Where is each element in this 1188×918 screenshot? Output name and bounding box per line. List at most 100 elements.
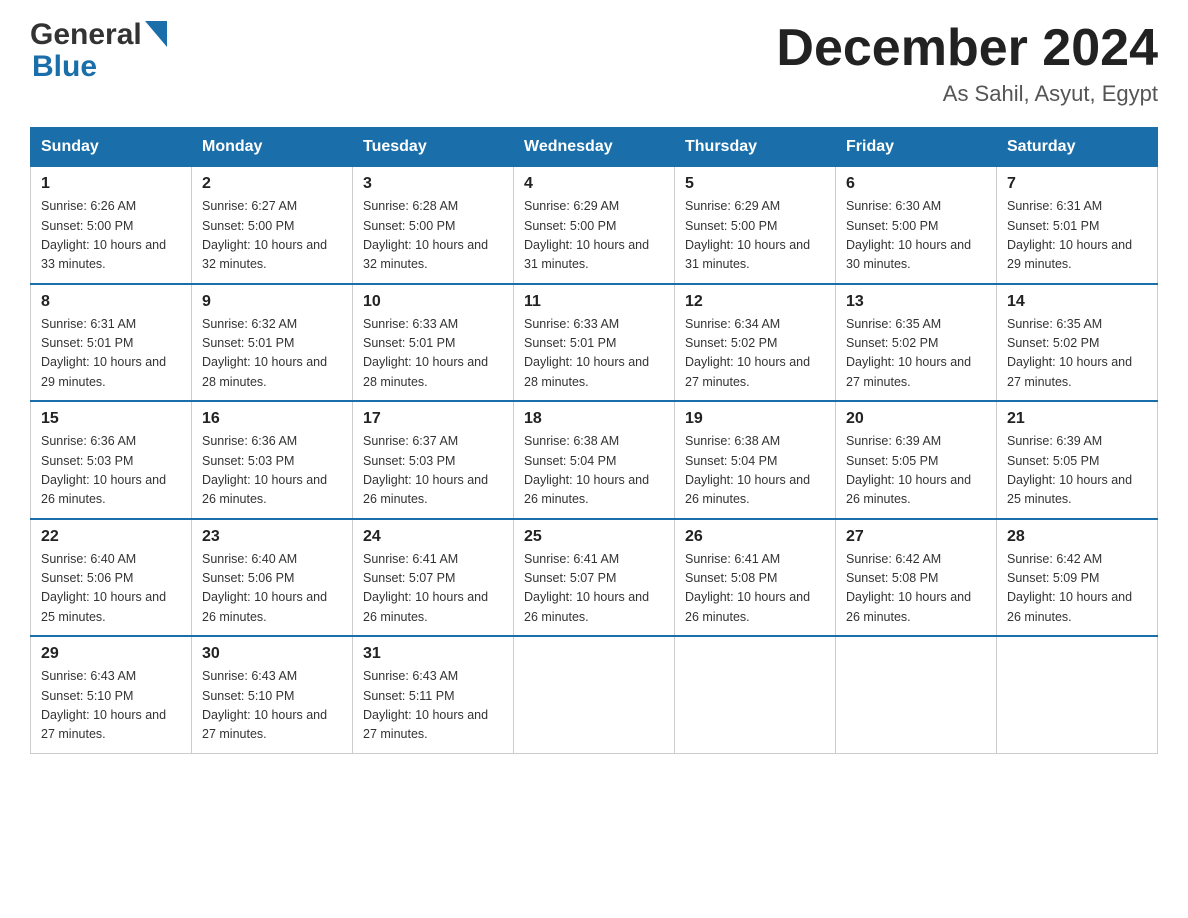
week-row-1: 1Sunrise: 6:26 AMSunset: 5:00 PMDaylight… (31, 167, 1158, 284)
day-cell (675, 636, 836, 753)
day-cell: 1Sunrise: 6:26 AMSunset: 5:00 PMDaylight… (31, 167, 192, 284)
day-info: Sunrise: 6:36 AMSunset: 5:03 PMDaylight:… (202, 432, 342, 510)
day-cell: 23Sunrise: 6:40 AMSunset: 5:06 PMDayligh… (192, 519, 353, 637)
day-number: 3 (363, 175, 503, 193)
day-number: 13 (846, 293, 986, 311)
day-number: 23 (202, 528, 342, 546)
day-info: Sunrise: 6:42 AMSunset: 5:09 PMDaylight:… (1007, 550, 1147, 628)
week-row-4: 22 Sunrise: 6:40 AMSunset: 5:06 PMDayligh… (31, 519, 1158, 637)
day-info: Sunrise: 6:43 AMSunset: 5:10 PMDaylight:… (202, 667, 342, 745)
day-cell: 27 Sunrise: 6:42 AMSunset: 5:08 PMDayligh… (836, 519, 997, 637)
day-number: 6 (846, 175, 986, 193)
col-monday: Monday (192, 128, 353, 167)
day-number: 14 (1007, 293, 1147, 311)
day-number: 27 (846, 528, 986, 546)
day-info: Sunrise: 6:38 AMSunset: 5:04 PMDaylight:… (685, 432, 825, 510)
col-tuesday: Tuesday (353, 128, 514, 167)
day-info: Sunrise: 6:38 AMSunset: 5:04 PMDaylight:… (524, 432, 664, 510)
day-info: Sunrise: 6:35 AMSunset: 5:02 PMDaylight:… (1007, 315, 1147, 393)
day-info: Sunrise: 6:36 AMSunset: 5:03 PMDaylight:… (41, 432, 181, 510)
day-cell: 3Sunrise: 6:28 AMSunset: 5:00 PMDaylight… (353, 167, 514, 284)
day-cell: 28 Sunrise: 6:42 AMSunset: 5:09 PMDayligh… (997, 519, 1158, 637)
day-cell: 7Sunrise: 6:31 AMSunset: 5:01 PMDaylight… (997, 167, 1158, 284)
day-info: Sunrise: 6:41 AMSunset: 5:07 PMDaylight:… (363, 550, 503, 628)
day-cell: 6 Sunrise: 6:30 AMSunset: 5:00 PMDaylight… (836, 167, 997, 284)
day-number: 21 (1007, 410, 1147, 428)
page-header: General Blue December 2024 As Sahil, Asy… (30, 20, 1158, 107)
day-cell: 10 Sunrise: 6:33 AMSunset: 5:01 PMDayligh… (353, 284, 514, 402)
day-info: Sunrise: 6:29 AMSunset: 5:00 PMDaylight:… (524, 197, 664, 275)
day-number: 19 (685, 410, 825, 428)
day-number: 12 (685, 293, 825, 311)
day-number: 11 (524, 293, 664, 311)
week-row-3: 15 Sunrise: 6:36 AMSunset: 5:03 PMDayligh… (31, 401, 1158, 519)
day-cell: 13 Sunrise: 6:35 AMSunset: 5:02 PMDayligh… (836, 284, 997, 402)
day-number: 30 (202, 645, 342, 663)
day-number: 10 (363, 293, 503, 311)
day-cell (997, 636, 1158, 753)
day-number: 28 (1007, 528, 1147, 546)
title-block: December 2024 As Sahil, Asyut, Egypt (776, 20, 1158, 107)
day-number: 25 (524, 528, 664, 546)
day-number: 31 (363, 645, 503, 663)
day-info: Sunrise: 6:31 AMSunset: 5:01 PMDaylight:… (41, 315, 181, 393)
logo-arrow-icon (145, 21, 167, 51)
week-row-5: 29Sunrise: 6:43 AMSunset: 5:10 PMDayligh… (31, 636, 1158, 753)
day-info: Sunrise: 6:26 AMSunset: 5:00 PMDaylight:… (41, 197, 181, 275)
day-cell: 21 Sunrise: 6:39 AMSunset: 5:05 PMDayligh… (997, 401, 1158, 519)
day-cell: 20 Sunrise: 6:39 AMSunset: 5:05 PMDayligh… (836, 401, 997, 519)
day-number: 5 (685, 175, 825, 193)
day-cell: 30 Sunrise: 6:43 AMSunset: 5:10 PMDayligh… (192, 636, 353, 753)
day-info: Sunrise: 6:31 AMSunset: 5:01 PMDaylight:… (1007, 197, 1147, 275)
day-cell: 9 Sunrise: 6:32 AMSunset: 5:01 PMDaylight… (192, 284, 353, 402)
day-cell: 2 Sunrise: 6:27 AMSunset: 5:00 PMDaylight… (192, 167, 353, 284)
logo-general-text: General (30, 20, 142, 50)
day-info: Sunrise: 6:32 AMSunset: 5:01 PMDaylight:… (202, 315, 342, 393)
day-info: Sunrise: 6:39 AMSunset: 5:05 PMDaylight:… (846, 432, 986, 510)
day-cell: 26Sunrise: 6:41 AMSunset: 5:08 PMDayligh… (675, 519, 836, 637)
day-info: Sunrise: 6:37 AMSunset: 5:03 PMDaylight:… (363, 432, 503, 510)
day-cell: 4Sunrise: 6:29 AMSunset: 5:00 PMDaylight… (514, 167, 675, 284)
col-friday: Friday (836, 128, 997, 167)
day-info: Sunrise: 6:42 AMSunset: 5:08 PMDaylight:… (846, 550, 986, 628)
day-info: Sunrise: 6:40 AMSunset: 5:06 PMDaylight:… (41, 550, 181, 628)
day-number: 15 (41, 410, 181, 428)
logo: General Blue (30, 20, 167, 84)
day-info: Sunrise: 6:43 AMSunset: 5:11 PMDaylight:… (363, 667, 503, 745)
day-cell (836, 636, 997, 753)
day-number: 17 (363, 410, 503, 428)
day-cell: 24 Sunrise: 6:41 AMSunset: 5:07 PMDayligh… (353, 519, 514, 637)
day-number: 20 (846, 410, 986, 428)
day-info: Sunrise: 6:30 AMSunset: 5:00 PMDaylight:… (846, 197, 986, 275)
day-cell: 22 Sunrise: 6:40 AMSunset: 5:06 PMDayligh… (31, 519, 192, 637)
day-info: Sunrise: 6:35 AMSunset: 5:02 PMDaylight:… (846, 315, 986, 393)
day-number: 9 (202, 293, 342, 311)
day-info: Sunrise: 6:33 AMSunset: 5:01 PMDaylight:… (524, 315, 664, 393)
day-number: 22 (41, 528, 181, 546)
day-info: Sunrise: 6:39 AMSunset: 5:05 PMDaylight:… (1007, 432, 1147, 510)
day-info: Sunrise: 6:43 AMSunset: 5:10 PMDaylight:… (41, 667, 181, 745)
day-number: 18 (524, 410, 664, 428)
logo-blue-text: Blue (32, 50, 97, 84)
day-cell (514, 636, 675, 753)
day-cell: 19 Sunrise: 6:38 AMSunset: 5:04 PMDayligh… (675, 401, 836, 519)
day-cell: 18 Sunrise: 6:38 AMSunset: 5:04 PMDayligh… (514, 401, 675, 519)
day-cell: 5 Sunrise: 6:29 AMSunset: 5:00 PMDaylight… (675, 167, 836, 284)
col-wednesday: Wednesday (514, 128, 675, 167)
day-cell: 16 Sunrise: 6:36 AMSunset: 5:03 PMDayligh… (192, 401, 353, 519)
day-info: Sunrise: 6:29 AMSunset: 5:00 PMDaylight:… (685, 197, 825, 275)
col-sunday: Sunday (31, 128, 192, 167)
header-row: Sunday Monday Tuesday Wednesday Thursday… (31, 128, 1158, 167)
day-cell: 8Sunrise: 6:31 AMSunset: 5:01 PMDaylight… (31, 284, 192, 402)
day-number: 2 (202, 175, 342, 193)
col-thursday: Thursday (675, 128, 836, 167)
day-number: 16 (202, 410, 342, 428)
day-info: Sunrise: 6:33 AMSunset: 5:01 PMDaylight:… (363, 315, 503, 393)
col-saturday: Saturday (997, 128, 1158, 167)
day-cell: 31 Sunrise: 6:43 AMSunset: 5:11 PMDayligh… (353, 636, 514, 753)
day-info: Sunrise: 6:27 AMSunset: 5:00 PMDaylight:… (202, 197, 342, 275)
day-number: 24 (363, 528, 503, 546)
day-cell: 25Sunrise: 6:41 AMSunset: 5:07 PMDayligh… (514, 519, 675, 637)
day-info: Sunrise: 6:34 AMSunset: 5:02 PMDaylight:… (685, 315, 825, 393)
day-cell: 14 Sunrise: 6:35 AMSunset: 5:02 PMDayligh… (997, 284, 1158, 402)
